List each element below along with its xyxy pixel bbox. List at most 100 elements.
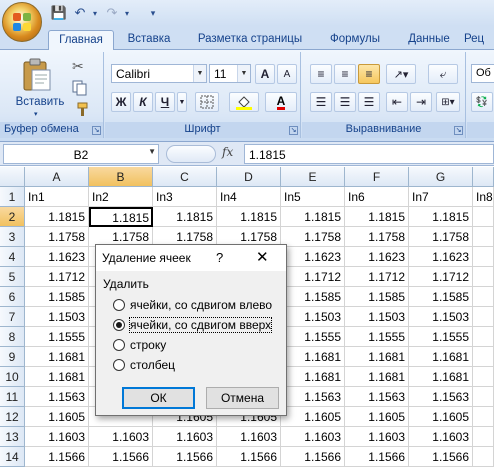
row-header-7[interactable]: 7 [0, 307, 25, 327]
italic-button[interactable]: К [133, 92, 153, 112]
cell[interactable]: 1.1681 [345, 347, 409, 367]
cell[interactable]: 1.1603 [345, 427, 409, 447]
undo-icon[interactable]: ↶ [72, 4, 88, 22]
merge-cells-button[interactable]: ⊞▾ [436, 92, 460, 112]
align-bottom-button[interactable]: ≡ [358, 64, 380, 84]
cell[interactable]: In6 [345, 187, 409, 207]
cell[interactable]: 1.1585 [409, 287, 473, 307]
cell[interactable]: 1.1681 [25, 367, 89, 387]
alignment-launcher-icon[interactable]: ↘ [454, 126, 463, 135]
clipboard-launcher-icon[interactable]: ↘ [92, 126, 101, 135]
cell[interactable]: 1.1566 [345, 447, 409, 467]
cell[interactable] [473, 207, 494, 227]
cell[interactable]: 1.1563 [409, 387, 473, 407]
font-name-dropdown-icon[interactable]: ▼ [193, 65, 206, 82]
cut-icon[interactable]: ✂ [72, 58, 84, 75]
cell[interactable]: 1.1585 [345, 287, 409, 307]
row-header-14[interactable]: 14 [0, 447, 25, 467]
redo-dropdown-icon[interactable]: ▾ [122, 4, 132, 22]
cell[interactable]: 1.1585 [25, 287, 89, 307]
cell[interactable]: In1 [25, 187, 89, 207]
cell[interactable]: 1.1605 [409, 407, 473, 427]
cell[interactable]: 1.1623 [345, 247, 409, 267]
cell[interactable]: 1.1503 [281, 307, 345, 327]
cell[interactable]: 1.1566 [89, 447, 153, 467]
cell[interactable]: 1.1555 [345, 327, 409, 347]
cell[interactable]: 1.1605 [281, 407, 345, 427]
name-box-dropdown-icon[interactable]: ▼ [148, 147, 156, 156]
row-header-3[interactable]: 3 [0, 227, 25, 247]
cell[interactable]: 1.1815 [345, 207, 409, 227]
row-header-4[interactable]: 4 [0, 247, 25, 267]
cell[interactable] [473, 267, 494, 287]
cell[interactable] [473, 287, 494, 307]
cell[interactable]: In4 [217, 187, 281, 207]
increase-indent-button[interactable]: ⇥ [410, 92, 432, 112]
cell[interactable]: 1.1815 [217, 207, 281, 227]
cell[interactable] [473, 247, 494, 267]
format-painter-icon[interactable] [72, 102, 88, 118]
row-header-6[interactable]: 6 [0, 287, 25, 307]
shrink-font-button[interactable]: A [277, 64, 297, 84]
save-icon[interactable]: 💾 [50, 4, 68, 22]
cell[interactable]: 1.1603 [281, 427, 345, 447]
column-header-partial[interactable] [473, 167, 494, 187]
cell[interactable]: 1.1503 [345, 307, 409, 327]
cell[interactable] [473, 327, 494, 347]
orientation-button[interactable]: ↗▾ [386, 64, 416, 84]
cell[interactable]: 1.1815 [281, 207, 345, 227]
cell[interactable]: 1.1758 [345, 227, 409, 247]
align-middle-button[interactable]: ≡ [334, 64, 356, 84]
grow-font-button[interactable]: A [255, 64, 275, 84]
cell[interactable]: 1.1758 [409, 227, 473, 247]
cell[interactable]: 1.1758 [281, 227, 345, 247]
align-right-button[interactable]: ☰ [358, 92, 380, 112]
cell[interactable]: In2 [89, 187, 153, 207]
radio-shift-left[interactable] [113, 299, 125, 311]
cell[interactable] [473, 427, 494, 447]
cell[interactable]: 1.1712 [345, 267, 409, 287]
cell[interactable] [473, 407, 494, 427]
help-icon[interactable]: ? [216, 250, 223, 265]
cell[interactable]: 1.1712 [409, 267, 473, 287]
cell[interactable]: 1.1555 [281, 327, 345, 347]
option-shift-left[interactable]: ячейки, со сдвигом влево [113, 297, 272, 313]
column-header-E[interactable]: E [281, 167, 345, 187]
cell[interactable]: 1.1585 [281, 287, 345, 307]
row-header-12[interactable]: 12 [0, 407, 25, 427]
cell[interactable]: 1.1623 [281, 247, 345, 267]
cell[interactable]: 1.1681 [409, 367, 473, 387]
cell[interactable]: In7 [409, 187, 473, 207]
option-row[interactable]: строку [113, 337, 166, 353]
cell[interactable]: 1.1623 [25, 247, 89, 267]
cell[interactable]: 1.1555 [25, 327, 89, 347]
cell[interactable] [473, 447, 494, 467]
tab-insert[interactable]: Вставка [118, 30, 180, 50]
formula-bar-splitter[interactable] [166, 145, 216, 163]
cell[interactable]: 1.1555 [409, 327, 473, 347]
column-header-F[interactable]: F [345, 167, 409, 187]
paste-button[interactable]: Вставить ▾ [10, 56, 64, 118]
cell[interactable]: 1.1605 [25, 407, 89, 427]
align-top-button[interactable]: ≡ [310, 64, 332, 84]
cell[interactable]: 1.1503 [409, 307, 473, 327]
underline-dropdown-icon[interactable]: ▼ [177, 92, 187, 112]
cell[interactable]: 1.1503 [25, 307, 89, 327]
tab-home[interactable]: Главная [48, 30, 114, 51]
formula-input[interactable]: 1.1815 [244, 144, 494, 164]
row-header-11[interactable]: 11 [0, 387, 25, 407]
paste-dropdown-icon[interactable]: ▾ [34, 110, 38, 118]
cell[interactable]: 1.1603 [89, 427, 153, 447]
option-column[interactable]: столбец [113, 357, 175, 373]
cell[interactable]: In8 [473, 187, 494, 207]
ok-button[interactable]: ОК [122, 387, 195, 409]
row-header-1[interactable]: 1 [0, 187, 25, 207]
number-format-combo[interactable]: Об [471, 64, 494, 83]
underline-button[interactable]: Ч [155, 92, 175, 112]
radio-row[interactable] [113, 339, 125, 351]
cell[interactable]: 1.1681 [409, 347, 473, 367]
radio-column[interactable] [113, 359, 125, 371]
cell[interactable]: 1.1563 [281, 387, 345, 407]
redo-icon[interactable]: ↷ [104, 4, 120, 22]
cell[interactable]: 1.1681 [345, 367, 409, 387]
